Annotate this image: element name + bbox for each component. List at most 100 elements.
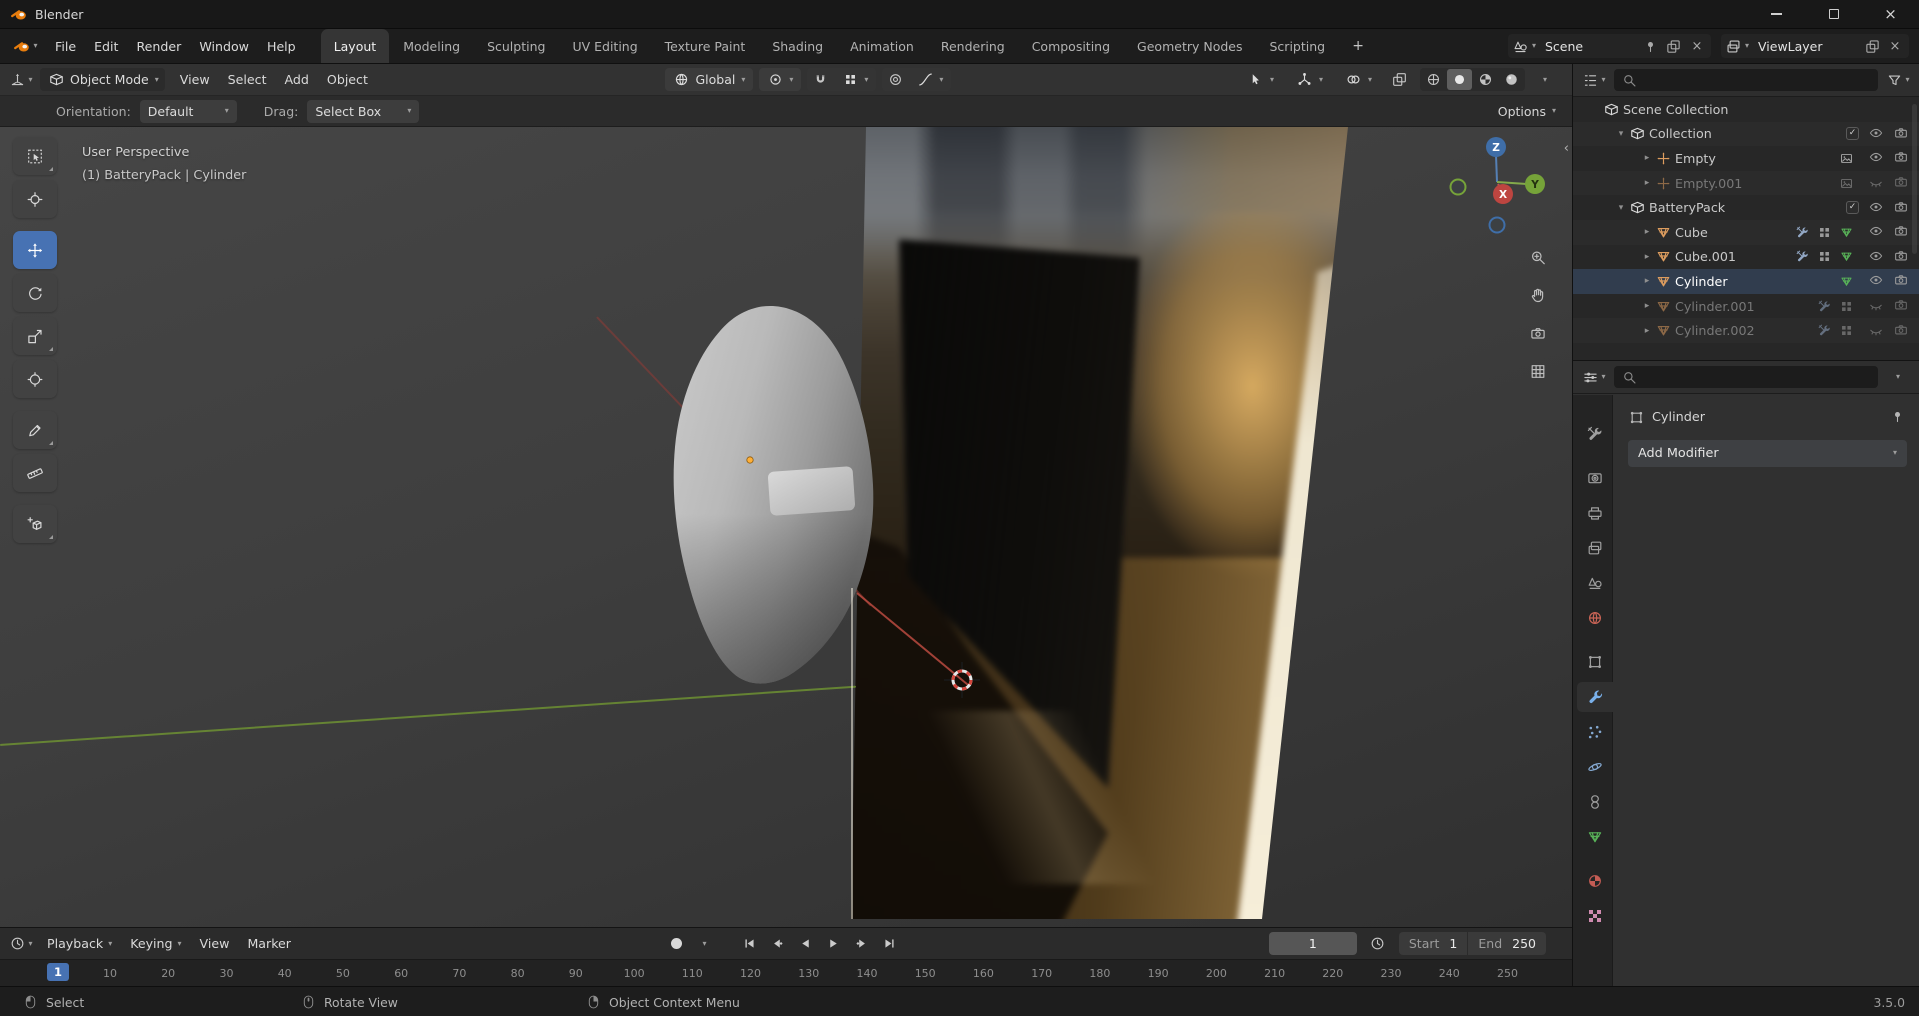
timeline-ruler[interactable]: 1020304050607080901001101201301401501601… bbox=[0, 959, 1572, 986]
new-viewlayer-button[interactable] bbox=[1863, 37, 1881, 55]
tab-shading[interactable]: Shading bbox=[759, 29, 836, 63]
tool-transform[interactable] bbox=[13, 360, 57, 398]
properties-search-input[interactable] bbox=[1643, 370, 1871, 385]
add-workspace-button[interactable]: + bbox=[1345, 35, 1371, 57]
disclosure-arrow-icon[interactable]: ▸ bbox=[1639, 252, 1655, 262]
properties-tab-material[interactable] bbox=[1577, 866, 1613, 896]
snap-settings-dropdown[interactable] bbox=[834, 68, 876, 91]
disable-in-renders-toggle[interactable] bbox=[1893, 199, 1909, 217]
disable-in-renders-toggle[interactable] bbox=[1893, 174, 1909, 192]
outliner-row-empty[interactable]: ▸Empty bbox=[1573, 146, 1919, 171]
menu-view[interactable]: View bbox=[191, 928, 239, 959]
outliner-row-batterypack[interactable]: ▾BatteryPack bbox=[1573, 195, 1919, 220]
hidden-in-viewport-toggle[interactable] bbox=[1868, 297, 1884, 315]
proportional-falloff-dropdown[interactable] bbox=[909, 68, 951, 91]
menu-help[interactable]: Help bbox=[258, 29, 305, 63]
pin-id-button[interactable] bbox=[1889, 408, 1905, 427]
disable-in-renders-toggle[interactable] bbox=[1893, 272, 1909, 290]
play-reverse-button[interactable] bbox=[793, 932, 818, 956]
outliner-row-scene-collection[interactable]: Scene Collection bbox=[1573, 97, 1919, 122]
play-button[interactable] bbox=[821, 932, 846, 956]
outliner-row-cube-001[interactable]: ▸Cube.001 bbox=[1573, 245, 1919, 270]
include-checkbox[interactable] bbox=[1846, 201, 1859, 214]
hide-in-viewport-toggle[interactable] bbox=[1868, 223, 1884, 241]
tab-uv-editing[interactable]: UV Editing bbox=[559, 29, 650, 63]
pan-button[interactable] bbox=[1524, 281, 1552, 309]
selectability-dropdown[interactable] bbox=[1240, 68, 1282, 91]
new-scene-button[interactable] bbox=[1665, 37, 1683, 55]
tool-select-box[interactable] bbox=[13, 137, 57, 175]
shading-solid-button[interactable] bbox=[1447, 69, 1472, 90]
sidebar-toggle-arrow[interactable]: ‹ bbox=[1564, 141, 1569, 156]
disclosure-arrow-icon[interactable]: ▸ bbox=[1639, 326, 1655, 336]
disclosure-arrow-icon[interactable]: ▾ bbox=[1613, 203, 1629, 213]
menu-render[interactable]: Render bbox=[127, 29, 190, 63]
outliner-filter-button[interactable] bbox=[1885, 69, 1911, 92]
transform-orientation-dropdown[interactable]: Global bbox=[665, 68, 753, 91]
properties-options-button[interactable] bbox=[1885, 366, 1911, 389]
scene-browse-button[interactable] bbox=[1513, 38, 1536, 54]
outliner-scrollbar[interactable] bbox=[1912, 104, 1917, 254]
current-frame-marker[interactable]: 1 bbox=[47, 963, 69, 981]
properties-tab-physics[interactable] bbox=[1577, 752, 1613, 782]
hide-in-viewport-toggle[interactable] bbox=[1868, 248, 1884, 266]
shading-material-button[interactable] bbox=[1473, 69, 1498, 90]
disable-in-renders-toggle[interactable] bbox=[1893, 297, 1909, 315]
properties-tab-object[interactable] bbox=[1577, 647, 1613, 677]
current-frame-field[interactable]: 1 bbox=[1269, 932, 1357, 955]
shading-wireframe-button[interactable] bbox=[1421, 69, 1446, 90]
camera-view-button[interactable] bbox=[1524, 319, 1552, 347]
tool-add-cube[interactable] bbox=[13, 505, 57, 543]
hide-in-viewport-toggle[interactable] bbox=[1868, 149, 1884, 167]
outliner-row-empty-001[interactable]: ▸Empty.001 bbox=[1573, 171, 1919, 196]
pin-scene-button[interactable] bbox=[1642, 37, 1660, 55]
tab-rendering[interactable]: Rendering bbox=[928, 29, 1018, 63]
gizmo-neg-z-axis[interactable] bbox=[1490, 218, 1505, 233]
tool-cursor[interactable] bbox=[13, 180, 57, 218]
start-frame-field[interactable]: Start 1 bbox=[1399, 932, 1468, 955]
disable-in-renders-toggle[interactable] bbox=[1893, 322, 1909, 340]
shading-rendered-button[interactable] bbox=[1499, 69, 1524, 90]
navigation-gizmo[interactable]: Z Y X bbox=[1445, 133, 1555, 243]
properties-tab-tool[interactable] bbox=[1577, 419, 1613, 449]
tool-move[interactable] bbox=[13, 231, 57, 269]
editor-type-button[interactable] bbox=[8, 68, 34, 91]
3d-cursor[interactable] bbox=[942, 660, 982, 700]
xray-toggle[interactable] bbox=[1387, 68, 1413, 91]
next-keyframe-button[interactable] bbox=[849, 932, 874, 956]
properties-tab-object-data[interactable] bbox=[1577, 822, 1613, 852]
tab-modeling[interactable]: Modeling bbox=[390, 29, 473, 63]
orthographic-toggle-button[interactable] bbox=[1524, 357, 1552, 385]
timeline-editor-type-button[interactable] bbox=[8, 932, 34, 955]
orientation-setting-dropdown[interactable]: Default bbox=[140, 100, 237, 123]
menu-window[interactable]: Window bbox=[190, 29, 258, 63]
gizmo-neg-y-axis[interactable] bbox=[1451, 180, 1466, 195]
disable-in-renders-toggle[interactable] bbox=[1893, 223, 1909, 241]
3d-viewport[interactable]: User Perspective (1) BatteryPack | Cylin… bbox=[0, 127, 1572, 927]
hide-in-viewport-toggle[interactable] bbox=[1868, 125, 1884, 143]
menu-object[interactable]: Object bbox=[318, 64, 377, 95]
viewlayer-browse-button[interactable] bbox=[1726, 38, 1749, 54]
close-button[interactable]: × bbox=[1862, 0, 1919, 28]
minimize-button[interactable] bbox=[1748, 0, 1805, 28]
properties-tab-output[interactable] bbox=[1577, 498, 1613, 528]
viewlayer-name-field[interactable]: ViewLayer bbox=[1754, 39, 1858, 54]
outliner-editor-type-button[interactable] bbox=[1581, 69, 1607, 92]
menu-select[interactable]: Select bbox=[219, 64, 276, 95]
previous-keyframe-button[interactable] bbox=[765, 932, 790, 956]
tab-compositing[interactable]: Compositing bbox=[1019, 29, 1123, 63]
remove-viewlayer-button[interactable] bbox=[1886, 37, 1904, 55]
tool-measure[interactable] bbox=[13, 454, 57, 492]
tab-geometry-nodes[interactable]: Geometry Nodes bbox=[1124, 29, 1255, 63]
hidden-in-viewport-toggle[interactable] bbox=[1868, 174, 1884, 192]
menu-add[interactable]: Add bbox=[276, 64, 318, 95]
drag-setting-dropdown[interactable]: Select Box bbox=[307, 100, 419, 123]
properties-tab-particles[interactable] bbox=[1577, 717, 1613, 747]
include-checkbox[interactable] bbox=[1846, 127, 1859, 140]
unlink-scene-button[interactable] bbox=[1688, 37, 1706, 55]
disable-in-renders-toggle[interactable] bbox=[1893, 149, 1909, 167]
add-modifier-dropdown[interactable]: Add Modifier bbox=[1628, 440, 1907, 467]
properties-tab-view-layer[interactable] bbox=[1577, 533, 1613, 563]
maximize-button[interactable] bbox=[1805, 0, 1862, 28]
menu-marker[interactable]: Marker bbox=[238, 928, 300, 959]
